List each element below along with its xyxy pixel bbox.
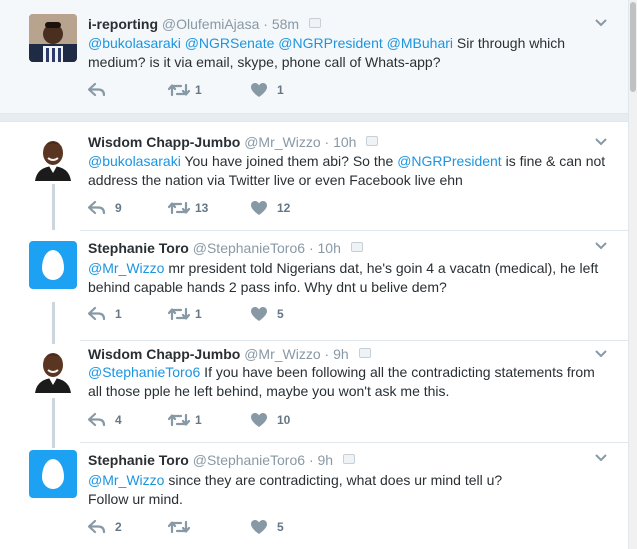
username[interactable]: @Mr_Wizzo: [244, 134, 320, 150]
tweet-header: Wisdom Chapp-Jumbo @Mr_Wizzo · 9h: [88, 346, 371, 362]
default-egg-icon: [42, 459, 64, 489]
display-name[interactable]: Wisdom Chapp-Jumbo: [88, 346, 240, 362]
retweet-count: 13: [195, 201, 209, 215]
like-icon: [251, 520, 267, 534]
retweet-count: 1: [195, 83, 202, 97]
tweet-header: Stephanie Toro @StephanieToro6 · 10h: [88, 240, 363, 256]
separator-dot: ·: [308, 452, 314, 468]
tweet-text: @bukolasaraki @NGRSenate @NGRPresident @…: [88, 34, 608, 72]
tweet-3[interactable]: Stephanie Toro @StephanieToro6 · 10h @Mr…: [0, 231, 628, 340]
reply-icon: [88, 306, 106, 321]
avatar[interactable]: [29, 450, 77, 498]
badge-icon: [350, 242, 363, 252]
caret-down-icon[interactable]: [594, 18, 608, 28]
reply-count: 9: [115, 201, 122, 215]
tweet-text: @bukolasaraki You have joined them abi? …: [88, 152, 608, 190]
avatar[interactable]: [29, 241, 77, 289]
mention-link[interactable]: @StephanieToro6: [88, 364, 200, 380]
tweet-text-segment: You have joined them abi? So the: [180, 153, 398, 169]
like-icon: [251, 413, 267, 427]
timestamp[interactable]: 10h: [318, 240, 341, 256]
mention-link[interactable]: @bukolasaraki: [88, 153, 181, 169]
avatar-photo: [29, 345, 77, 393]
reply-count: 1: [115, 307, 122, 321]
reply-icon: [88, 82, 106, 97]
caret-down-icon[interactable]: [594, 241, 608, 251]
avatar[interactable]: [29, 14, 77, 62]
like-icon: [251, 307, 267, 321]
retweet-icon: [168, 307, 190, 321]
retweet-icon: [168, 83, 190, 97]
retweet-count: 1: [195, 307, 202, 321]
reply-icon: [88, 412, 106, 427]
mention-link[interactable]: @NGRPresident: [278, 35, 382, 51]
tweet-header: Stephanie Toro @StephanieToro6 · 9h: [88, 452, 355, 468]
retweet-count: 1: [195, 413, 202, 427]
tweet-text: @StephanieToro6 If you have been followi…: [88, 363, 608, 401]
reply-icon: [88, 200, 106, 215]
like-icon: [251, 83, 267, 97]
badge-icon: [342, 454, 355, 464]
mention-link[interactable]: @NGRPresident: [397, 153, 501, 169]
tweet-header: i-reporting @OlufemiAjasa · 58m: [88, 16, 321, 32]
conversation-gap: [0, 114, 628, 122]
reply-count: 4: [115, 413, 122, 427]
avatar[interactable]: [29, 345, 77, 393]
username[interactable]: @StephanieToro6: [193, 240, 305, 256]
display-name[interactable]: Stephanie Toro: [88, 240, 189, 256]
tweet-text: @Mr_Wizzo mr president told Nigerians da…: [88, 259, 608, 297]
scrollbar-thumb[interactable]: [630, 2, 636, 92]
like-count: 12: [277, 201, 291, 215]
like-count: 5: [277, 520, 284, 534]
caret-down-icon[interactable]: [594, 453, 608, 463]
display-name[interactable]: Wisdom Chapp-Jumbo: [88, 134, 240, 150]
tweet-header: Wisdom Chapp-Jumbo @Mr_Wizzo · 10h: [88, 134, 379, 150]
separator-dot: ·: [308, 240, 314, 256]
like-icon: [251, 201, 267, 215]
badge-icon: [308, 18, 321, 28]
like-count: 5: [277, 307, 284, 321]
timestamp[interactable]: 9h: [318, 452, 334, 468]
display-name[interactable]: Stephanie Toro: [88, 452, 189, 468]
display-name[interactable]: i-reporting: [88, 16, 158, 32]
mention-link[interactable]: @MBuhari: [387, 35, 453, 51]
separator-dot: ·: [324, 346, 330, 362]
separator-dot: ·: [324, 134, 330, 150]
badge-icon: [366, 136, 379, 146]
badge-icon: [358, 348, 371, 358]
timestamp[interactable]: 58m: [272, 16, 299, 32]
tweet-5[interactable]: Stephanie Toro @StephanieToro6 · 9h @Mr_…: [0, 443, 628, 549]
mention-link[interactable]: @bukolasaraki: [88, 35, 181, 51]
timestamp[interactable]: 9h: [333, 346, 349, 362]
timestamp[interactable]: 10h: [333, 134, 356, 150]
mention-link[interactable]: @NGRSenate: [185, 35, 275, 51]
tweet-2[interactable]: Wisdom Chapp-Jumbo @Mr_Wizzo · 10h @buko…: [0, 123, 628, 230]
separator-dot: ·: [263, 16, 268, 32]
like-count: 10: [277, 413, 291, 427]
reply-count: 2: [115, 520, 122, 534]
caret-down-icon[interactable]: [594, 137, 608, 147]
avatar-photo: [29, 133, 77, 181]
username[interactable]: @OlufemiAjasa: [162, 16, 259, 32]
mention-link[interactable]: @Mr_Wizzo: [88, 260, 164, 276]
retweet-icon: [168, 413, 190, 427]
caret-down-icon[interactable]: [594, 349, 608, 359]
retweet-icon: [168, 520, 190, 534]
avatar[interactable]: [29, 133, 77, 181]
username[interactable]: @StephanieToro6: [193, 452, 305, 468]
tweet-text-segment: mr president told Nigerians dat, he's go…: [88, 260, 599, 295]
retweet-icon: [168, 201, 190, 215]
like-count: 1: [277, 83, 284, 97]
username[interactable]: @Mr_Wizzo: [244, 346, 320, 362]
default-egg-icon: [42, 250, 64, 280]
avatar-photo: [29, 14, 77, 62]
tweet-4[interactable]: Wisdom Chapp-Jumbo @Mr_Wizzo · 9h @Steph…: [0, 341, 628, 442]
mention-link[interactable]: @Mr_Wizzo: [88, 472, 164, 488]
reply-icon: [88, 519, 106, 534]
tweet-text: @Mr_Wizzo since they are contradicting, …: [88, 471, 608, 509]
tweet-1[interactable]: i-reporting @OlufemiAjasa · 58m @bukolas…: [0, 0, 628, 114]
